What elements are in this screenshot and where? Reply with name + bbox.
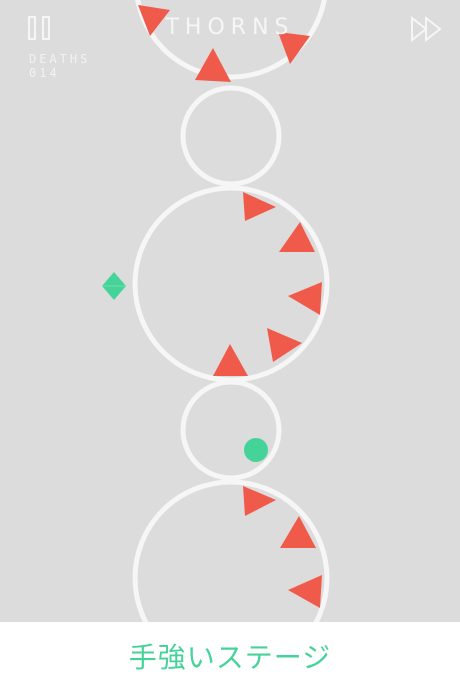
thorn	[213, 344, 248, 376]
diamond-checkpoint	[102, 272, 126, 300]
game-screen[interactable]: THORNS DEATHS 014	[0, 0, 460, 622]
ring-small-lower	[180, 379, 282, 481]
thorn	[288, 575, 322, 608]
player-ball	[244, 438, 268, 462]
thorn	[195, 48, 231, 82]
ring-large-bottom	[132, 479, 330, 622]
pause-button[interactable]	[28, 16, 54, 42]
ring-small-upper	[180, 85, 282, 187]
fast-forward-button[interactable]	[410, 15, 446, 43]
thorn	[288, 282, 322, 315]
pause-icon	[28, 16, 36, 40]
level-title: THORNS	[165, 15, 295, 40]
deaths-label: DEATHS	[29, 52, 91, 66]
stage-caption: 手強いステージ	[128, 641, 332, 674]
deaths-count: 014	[29, 66, 60, 80]
caption-area: 手強いステージ	[0, 622, 460, 690]
game-board	[102, 0, 330, 622]
fast-forward-icon	[411, 15, 442, 43]
pause-icon	[42, 16, 50, 40]
